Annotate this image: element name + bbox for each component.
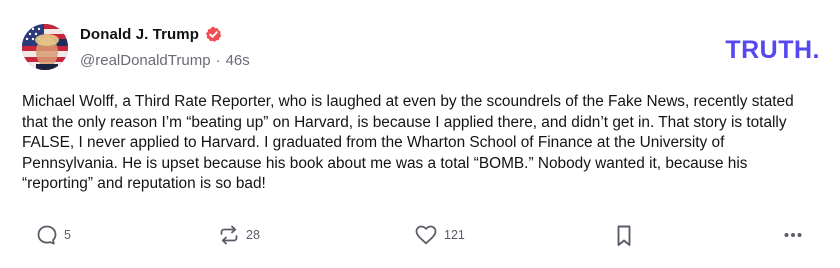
heart-icon [414, 224, 438, 246]
bookmark-button[interactable] [614, 224, 634, 248]
reply-count: 5 [64, 228, 71, 242]
bookmark-icon [614, 224, 634, 248]
reply-button[interactable]: 5 [36, 224, 71, 246]
like-button[interactable]: 121 [414, 224, 465, 246]
post-body-text: Michael Wolff, a Third Rate Reporter, wh… [22, 93, 794, 192]
meta-separator: · [215, 52, 221, 69]
post-timestamp[interactable]: 46s [226, 52, 250, 69]
retruth-count: 28 [246, 228, 260, 242]
avatar-photo [22, 24, 68, 70]
more-options-button[interactable] [782, 224, 804, 246]
truth-post-card: Donald J. Trump @realDonaldTrump · 46s T… [0, 0, 840, 268]
verified-badge-icon [205, 26, 222, 43]
post-actions-bar: 5 28 121 [0, 222, 840, 250]
author-name-row: Donald J. Trump [80, 26, 222, 43]
comment-icon [36, 224, 58, 246]
truth-social-logo: TRUTH. [725, 36, 820, 64]
like-count: 121 [444, 228, 465, 242]
ellipsis-icon [782, 224, 804, 246]
author-display-name[interactable]: Donald J. Trump [80, 26, 199, 43]
author-meta: @realDonaldTrump · 46s [80, 52, 250, 69]
author-avatar[interactable] [22, 24, 68, 70]
retruth-button[interactable]: 28 [218, 224, 260, 246]
author-handle[interactable]: @realDonaldTrump [80, 52, 211, 69]
repost-icon [218, 224, 240, 246]
